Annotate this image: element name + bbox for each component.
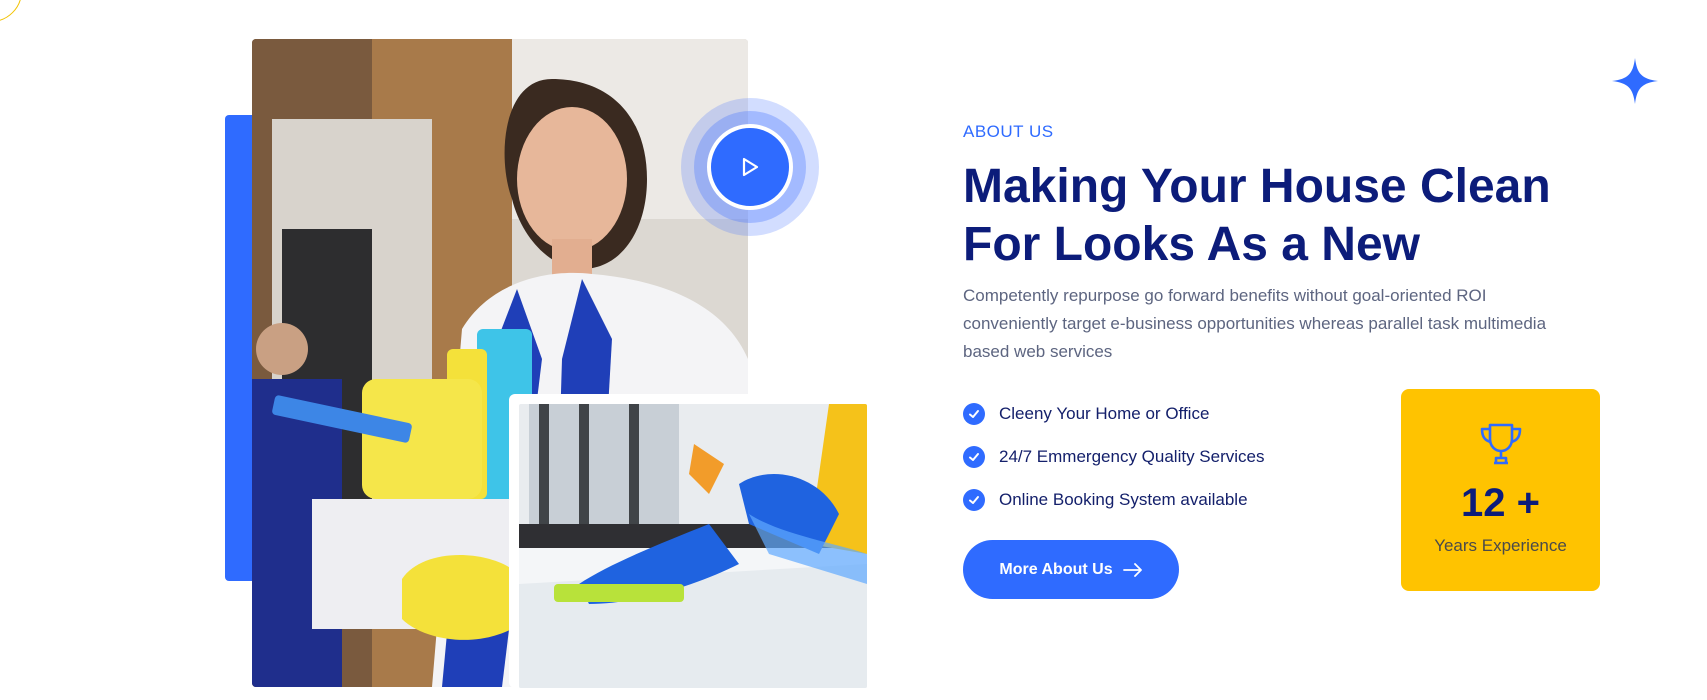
- feature-label: Online Booking System available: [999, 489, 1248, 509]
- more-about-us-label: More About Us: [999, 560, 1113, 578]
- decorative-circle: [0, 0, 22, 22]
- check-circle-icon: [963, 445, 985, 468]
- section-description: Competently repurpose go forward benefit…: [963, 286, 1547, 361]
- experience-card: 12 + Years Experience: [1401, 389, 1600, 591]
- check-circle-icon: [963, 402, 985, 425]
- section-headline: Making Your House Clean For Looks As a N…: [963, 160, 1551, 271]
- arrow-right-icon: [1122, 562, 1142, 577]
- video-play-halo: [681, 98, 819, 236]
- play-video-button[interactable]: [707, 124, 793, 210]
- play-icon: [742, 157, 759, 177]
- feature-label: Cleeny Your Home or Office: [999, 403, 1210, 423]
- experience-years-number: 12 +: [1461, 481, 1540, 525]
- trophy-icon: [1480, 423, 1521, 465]
- feature-list: Cleeny Your Home or Office 24/7 Emmergen…: [963, 392, 1265, 521]
- feature-item: Cleeny Your Home or Office: [963, 392, 1265, 435]
- experience-years-label: Years Experience: [1434, 536, 1567, 555]
- cleaning-table-photo-frame: [509, 394, 867, 688]
- sparkle-icon: [1612, 58, 1658, 104]
- feature-item: 24/7 Emmergency Quality Services: [963, 435, 1265, 478]
- check-circle-icon: [963, 488, 985, 511]
- feature-label: 24/7 Emmergency Quality Services: [999, 446, 1265, 466]
- more-about-us-button[interactable]: More About Us: [963, 540, 1179, 599]
- feature-item: Online Booking System available: [963, 478, 1265, 521]
- cleaning-table-photo: [519, 404, 867, 688]
- section-eyebrow-label: ABOUT US: [963, 122, 1054, 141]
